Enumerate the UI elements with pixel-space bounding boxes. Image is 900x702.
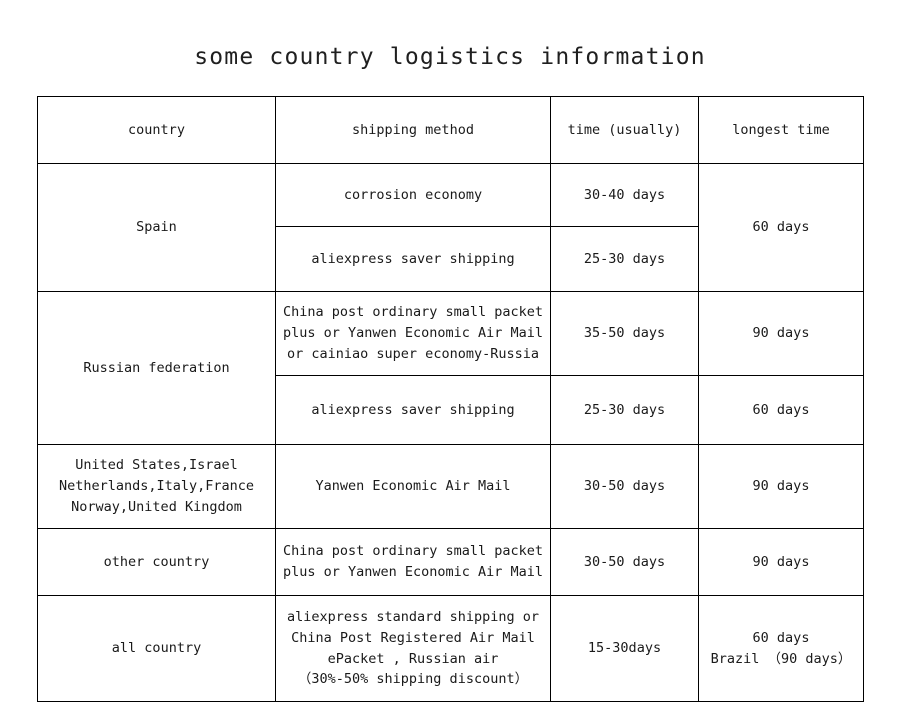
cell-longest-time: 60 days Brazil （90 days） — [698, 595, 864, 702]
cell-longest-time: 90 days — [698, 444, 864, 529]
logistics-table: country shipping method time (usually) l… — [37, 96, 864, 702]
cell-country-multi: United States,Israel Netherlands,Italy,F… — [37, 444, 276, 529]
cell-time: 30-50 days — [550, 528, 699, 596]
cell-shipping-method: aliexpress standard shipping or China Po… — [275, 595, 551, 702]
cell-country-other: other country — [37, 528, 276, 596]
cell-time: 30-50 days — [550, 444, 699, 529]
cell-country-spain: Spain — [37, 163, 276, 292]
table-row: United States,Israel Netherlands,Italy,F… — [37, 444, 864, 529]
cell-longest-time: 90 days — [698, 291, 864, 376]
cell-time: 30-40 days — [550, 163, 699, 227]
header-cell-country: country — [37, 96, 276, 164]
cell-shipping-method: China post ordinary small packet plus or… — [275, 291, 551, 376]
cell-shipping-method: aliexpress saver shipping — [275, 375, 551, 445]
cell-shipping-method: China post ordinary small packet plus or… — [275, 528, 551, 596]
cell-shipping-method: Yanwen Economic Air Mail — [275, 444, 551, 529]
table-row: Spain corrosion economy 30-40 days 60 da… — [37, 163, 864, 292]
table-row: Russian federation China post ordinary s… — [37, 291, 864, 445]
header-cell-longest-time: longest time — [698, 96, 864, 164]
header-cell-time-usually: time (usually) — [550, 96, 699, 164]
logistics-information-page: some country logistics information count… — [0, 0, 900, 702]
cell-longest-time: 60 days — [698, 163, 864, 292]
cell-country-all: all country — [37, 595, 276, 702]
cell-shipping-method: aliexpress saver shipping — [275, 226, 551, 292]
cell-time: 15-30days — [550, 595, 699, 702]
cell-time: 25-30 days — [550, 375, 699, 445]
cell-longest-time: 90 days — [698, 528, 864, 596]
cell-longest-time: 60 days — [698, 375, 864, 445]
table-header-row: country shipping method time (usually) l… — [37, 96, 864, 164]
cell-time: 35-50 days — [550, 291, 699, 376]
cell-shipping-method: corrosion economy — [275, 163, 551, 227]
table-row: all country aliexpress standard shipping… — [37, 595, 864, 702]
page-title: some country logistics information — [194, 44, 706, 70]
cell-country-russian-federation: Russian federation — [37, 291, 276, 445]
cell-time: 25-30 days — [550, 226, 699, 292]
table-row: other country China post ordinary small … — [37, 528, 864, 596]
header-cell-shipping-method: shipping method — [275, 96, 551, 164]
